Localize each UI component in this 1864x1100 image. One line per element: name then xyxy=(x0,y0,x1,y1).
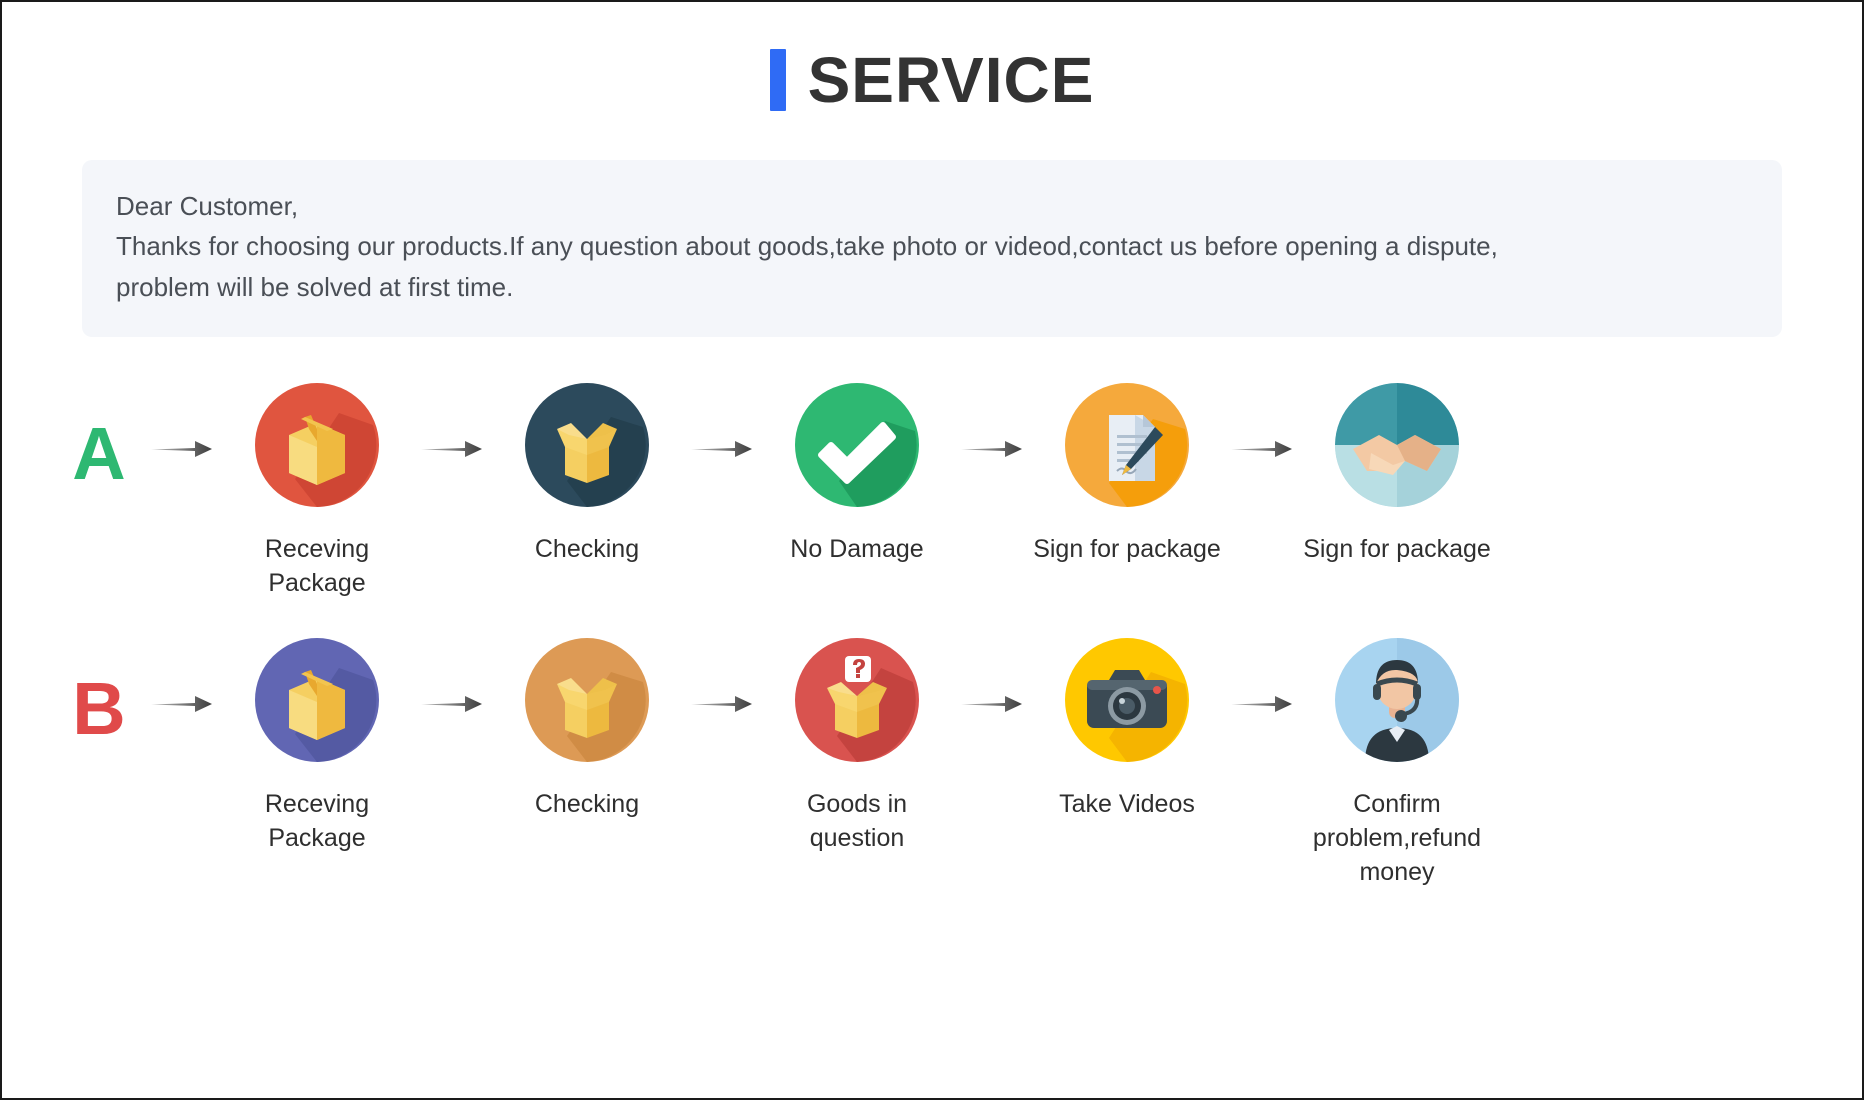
arrow-right-icon xyxy=(952,638,1032,770)
step-label: Checking xyxy=(534,534,640,563)
open-box-icon xyxy=(525,638,649,763)
step-label: Receving Package xyxy=(264,534,370,597)
checkmark-icon xyxy=(795,382,919,507)
notice-line-1: Dear Customer, xyxy=(116,191,299,221)
flow-step: Checking xyxy=(492,382,682,567)
flow-row-b: B Receving Package Checking Goods in que… xyxy=(56,638,1808,889)
arrow-right-icon xyxy=(142,383,222,515)
question-box-icon xyxy=(795,638,919,763)
flow-step: No Damage xyxy=(762,382,952,567)
camera-icon xyxy=(1065,638,1189,763)
support-agent-icon xyxy=(1335,638,1459,763)
arrow-right-icon xyxy=(412,638,492,770)
closed-box-icon xyxy=(255,382,379,507)
step-label: Goods in question xyxy=(806,790,908,853)
flow-letter-b: B xyxy=(72,667,126,751)
flow-row-a: A Receving Package Checking No Damage Si… xyxy=(56,382,1808,601)
arrow-right-icon xyxy=(952,383,1032,515)
arrow-right-icon xyxy=(412,383,492,515)
arrow-right-icon xyxy=(682,638,762,770)
customer-notice-box: Dear Customer, Thanks for choosing our p… xyxy=(82,160,1782,337)
step-label: Confirm problem,refund money xyxy=(1312,790,1482,886)
step-label: Checking xyxy=(534,790,640,819)
flow-step: Sign for package xyxy=(1032,382,1222,567)
arrow-right-icon xyxy=(1222,383,1302,515)
page-title: SERVICE xyxy=(807,44,1095,116)
step-label: No Damage xyxy=(790,534,924,563)
open-box-icon xyxy=(525,382,649,507)
step-label: Sign for package xyxy=(1303,534,1491,563)
arrow-right-icon xyxy=(142,638,222,770)
notice-line-3: problem will be solved at first time. xyxy=(116,271,514,302)
service-page: SERVICE Dear Customer, Thanks for choosi… xyxy=(0,0,1864,1100)
flow-rows: A Receving Package Checking No Damage Si… xyxy=(2,382,1862,890)
arrow-right-icon xyxy=(1222,638,1302,770)
flow-step: Confirm problem,refund money xyxy=(1302,638,1492,889)
flow-letter-a: A xyxy=(72,411,126,495)
flow-step: Goods in question xyxy=(762,638,952,856)
flow-step: Sign for package xyxy=(1302,382,1492,567)
flow-step: Checking xyxy=(492,638,682,822)
page-header: SERVICE xyxy=(2,2,1862,112)
handshake-icon xyxy=(1335,382,1459,507)
step-label: Receving Package xyxy=(264,790,370,853)
flow-step: Receving Package xyxy=(222,638,412,856)
flow-step: Take Videos xyxy=(1032,638,1222,822)
flow-step: Receving Package xyxy=(222,382,412,601)
step-label: Take Videos xyxy=(1059,790,1195,819)
arrow-right-icon xyxy=(682,383,762,515)
document-pen-icon xyxy=(1065,382,1189,507)
notice-line-2: Thanks for choosing our products.If any … xyxy=(116,231,1498,262)
closed-box-icon xyxy=(255,638,379,763)
title-accent-bar xyxy=(769,49,786,111)
step-label: Sign for package xyxy=(1033,534,1221,563)
